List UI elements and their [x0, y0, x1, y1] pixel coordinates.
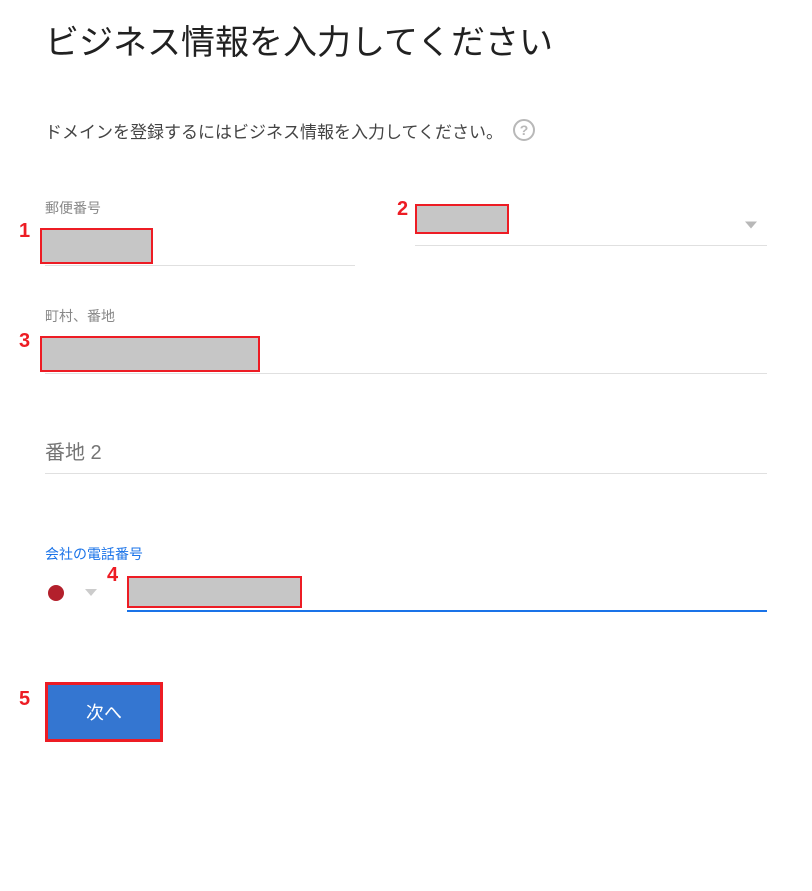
country-selector[interactable]	[45, 582, 97, 612]
redaction-1	[40, 228, 153, 264]
address2-field	[45, 434, 767, 474]
town-section: 町村、番地 3	[45, 306, 767, 374]
japan-flag-dot	[48, 585, 64, 601]
phone-section: 会社の電話番号 4	[45, 544, 767, 612]
redaction-3	[40, 336, 260, 372]
page-title: ビジネス情報を入力してください	[45, 20, 767, 68]
prefecture-field: 2	[415, 198, 767, 266]
address2-input[interactable]	[45, 436, 767, 471]
annotation-2: 2	[397, 198, 408, 221]
phone-input-wrap[interactable]: 4	[127, 572, 767, 612]
redaction-4	[127, 576, 302, 608]
address2-input-wrap[interactable]	[45, 434, 767, 474]
prefecture-select-wrap[interactable]: 2	[415, 206, 767, 246]
annotation-3: 3	[19, 330, 30, 353]
chevron-down-icon	[745, 222, 757, 229]
button-row: 5 次へ	[45, 682, 767, 742]
description-text: ドメインを登録するにはビジネス情報を入力してください。	[45, 118, 503, 143]
annotation-4: 4	[107, 564, 118, 587]
postal-field: 郵便番号 1	[45, 198, 355, 266]
description-row: ドメインを登録するにはビジネス情報を入力してください。 ?	[45, 118, 767, 143]
postal-input-wrap[interactable]: 1	[45, 226, 355, 266]
postal-prefecture-row: 郵便番号 1 2	[45, 198, 767, 266]
annotation-1: 1	[19, 220, 30, 243]
town-field: 町村、番地 3	[45, 306, 767, 374]
redaction-2	[415, 204, 509, 234]
town-input-wrap[interactable]: 3	[45, 334, 767, 374]
town-label: 町村、番地	[45, 306, 767, 326]
phone-label: 会社の電話番号	[45, 544, 767, 564]
address2-section	[45, 434, 767, 474]
phone-row: 4	[45, 572, 767, 612]
japan-flag-icon	[45, 582, 67, 604]
chevron-down-icon	[85, 589, 97, 596]
postal-label: 郵便番号	[45, 198, 355, 218]
help-icon[interactable]: ?	[513, 119, 535, 141]
annotation-5: 5	[19, 688, 30, 711]
next-button[interactable]: 次へ	[45, 682, 163, 742]
